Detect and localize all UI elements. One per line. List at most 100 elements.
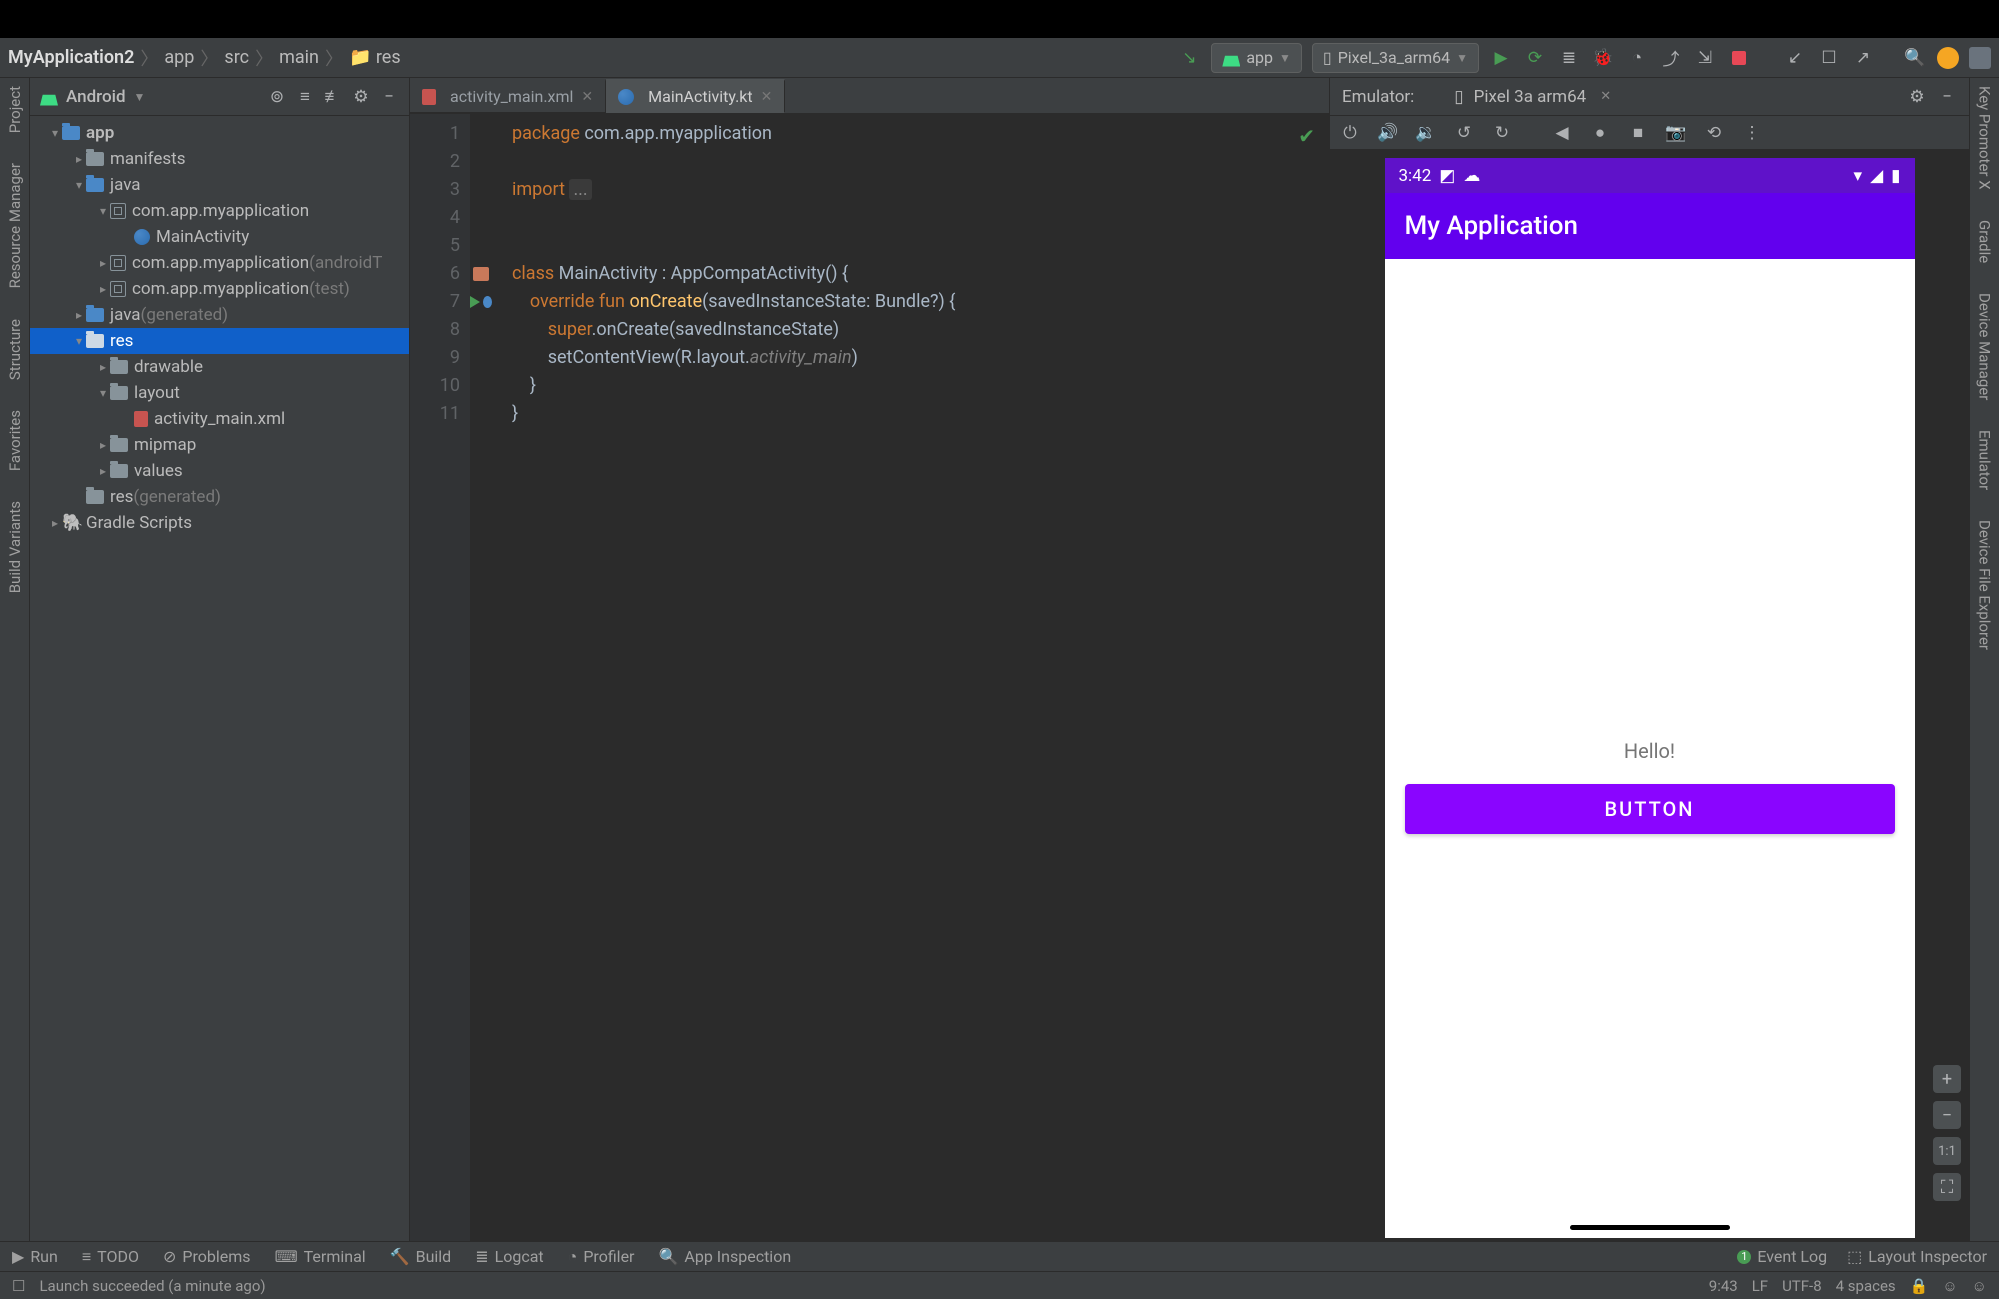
line-number[interactable]: 3 xyxy=(410,176,460,204)
hide-panel-icon[interactable]: − xyxy=(379,87,399,107)
code-content[interactable]: ✔ package com.app.myapplicationimport ..… xyxy=(470,114,1329,1241)
code-line[interactable] xyxy=(512,232,1329,260)
bottom-tab-run[interactable]: ▶Run xyxy=(12,1247,58,1266)
screenshot-icon[interactable]: 📷 xyxy=(1664,121,1688,145)
tree-row[interactable]: ▸com.app.myapplication (androidT xyxy=(30,250,409,276)
tool-tab-resource-manager[interactable]: Resource Manager xyxy=(6,163,24,288)
tree-twisty[interactable]: ▾ xyxy=(96,204,110,218)
tool-tab-gradle[interactable]: Gradle xyxy=(1976,220,1994,263)
zoom-fit-icon[interactable]: 1:1 xyxy=(1933,1137,1961,1165)
tool-tab-device-manager[interactable]: Device Manager xyxy=(1976,293,1994,400)
user-avatar[interactable] xyxy=(1937,47,1959,69)
project-view-title[interactable]: Android xyxy=(66,87,126,107)
breadcrumb-item[interactable]: main xyxy=(279,47,319,68)
collapse-all-icon[interactable]: ≢ xyxy=(323,87,343,107)
bottom-tab-event-log[interactable]: 1Event Log xyxy=(1737,1247,1827,1266)
tree-row[interactable]: ▾app xyxy=(30,120,409,146)
tool-tab-structure[interactable]: Structure xyxy=(6,319,24,380)
line-number[interactable]: 2 xyxy=(410,148,460,176)
breadcrumb-item[interactable]: src xyxy=(224,47,249,68)
tool-tab-project[interactable]: Project xyxy=(6,86,24,133)
code-line[interactable]: override fun onCreate(savedInstanceState… xyxy=(512,288,1329,316)
attach-debugger-icon[interactable]: ⇲ xyxy=(1693,46,1717,70)
tree-row[interactable]: ▾layout xyxy=(30,380,409,406)
expand-all-icon[interactable]: ≡ xyxy=(295,87,315,107)
power-icon[interactable]: ⏻ xyxy=(1338,121,1362,145)
tree-twisty[interactable]: ▸ xyxy=(96,464,110,478)
breadcrumb-item[interactable]: app xyxy=(164,47,194,68)
bottom-tab-problems[interactable]: ⊘Problems xyxy=(163,1247,251,1266)
bottom-tab-logcat[interactable]: ≣Logcat xyxy=(475,1247,543,1266)
apply-changes-icon[interactable]: ⟳ xyxy=(1523,46,1547,70)
tree-row[interactable]: ▸values xyxy=(30,458,409,484)
code-line[interactable]: } xyxy=(512,400,1329,428)
git-update-icon[interactable]: ↙ xyxy=(1783,46,1807,70)
coverage-icon[interactable]: ≣ xyxy=(1557,46,1581,70)
more-icon[interactable]: ⋮ xyxy=(1740,121,1764,145)
tree-twisty[interactable]: ▸ xyxy=(96,282,110,296)
code-line[interactable]: import ... xyxy=(512,176,1329,204)
tree-twisty[interactable]: ▾ xyxy=(48,126,62,140)
tool-tab-key-promoter-x[interactable]: Key Promoter X xyxy=(1976,86,1994,190)
line-number[interactable]: 1 xyxy=(410,120,460,148)
close-icon[interactable]: ✕ xyxy=(581,89,593,105)
editor-tab[interactable]: activity_main.xml✕ xyxy=(410,79,606,113)
material-button[interactable]: BUTTON xyxy=(1405,784,1895,834)
line-number[interactable]: 5 xyxy=(410,232,460,260)
line-number[interactable]: 8 xyxy=(410,316,460,344)
bottom-tab-build[interactable]: 🔨Build xyxy=(390,1247,452,1266)
status-time[interactable]: 9:43 xyxy=(1709,1277,1738,1295)
bottom-tab-terminal[interactable]: ⌨Terminal xyxy=(275,1247,366,1266)
indent[interactable]: 4 spaces xyxy=(1836,1277,1896,1295)
tree-twisty[interactable]: ▸ xyxy=(72,152,86,166)
tool-tab-favorites[interactable]: Favorites xyxy=(6,410,24,471)
encoding[interactable]: UTF-8 xyxy=(1782,1277,1822,1295)
tree-row[interactable]: ▸drawable xyxy=(30,354,409,380)
breadcrumbs[interactable]: MyApplication2〉app〉src〉main〉📁 res xyxy=(8,45,1173,71)
project-tree[interactable]: ▾app▸manifests▾java▾com.app.myapplicatio… xyxy=(30,116,409,1241)
code-line[interactable]: setContentView(R.layout.activity_main) xyxy=(512,344,1329,372)
hide-panel-icon[interactable]: − xyxy=(1937,87,1957,107)
nav-handle[interactable] xyxy=(1570,1225,1730,1230)
rotate-left-icon[interactable]: ↺ xyxy=(1452,121,1476,145)
line-number[interactable]: 7 xyxy=(410,288,460,316)
zoom-actual-icon[interactable]: ⛶ xyxy=(1933,1173,1961,1201)
tree-row[interactable]: ▸🐘Gradle Scripts xyxy=(30,510,409,536)
device-frame[interactable]: 3:42 ◩ ☁ ▾ ◢ ▮ My Application Hello! BUT… xyxy=(1385,158,1915,1238)
chevron-down-icon[interactable]: ▼ xyxy=(134,90,146,104)
code-line[interactable]: super.onCreate(savedInstanceState) xyxy=(512,316,1329,344)
tree-row[interactable]: MainActivity xyxy=(30,224,409,250)
back-icon[interactable]: ◀ xyxy=(1550,121,1574,145)
volume-down-icon[interactable]: 🔉 xyxy=(1414,121,1438,145)
tool-tab-build-variants[interactable]: Build Variants xyxy=(6,501,24,593)
tree-row[interactable]: res (generated) xyxy=(30,484,409,510)
search-icon[interactable]: 🔍 xyxy=(1903,46,1927,70)
close-icon[interactable]: ✕ xyxy=(761,89,773,105)
tree-row[interactable]: ▾res xyxy=(30,328,409,354)
lock-icon[interactable]: 🔒 xyxy=(1910,1277,1929,1295)
rotate-right-icon[interactable]: ↻ xyxy=(1490,121,1514,145)
zoom-out-icon[interactable]: − xyxy=(1933,1101,1961,1129)
zoom-in-icon[interactable]: + xyxy=(1933,1065,1961,1093)
tool-tab-emulator[interactable]: Emulator xyxy=(1976,430,1994,490)
debug-icon[interactable]: 🐞 xyxy=(1591,46,1615,70)
code-line[interactable]: class MainActivity : AppCompatActivity()… xyxy=(512,260,1329,288)
ide-status-icon[interactable]: ☺ xyxy=(1972,1277,1987,1295)
run-icon[interactable]: ▶ xyxy=(1489,46,1513,70)
tree-twisty[interactable]: ▸ xyxy=(72,308,86,322)
breadcrumb-item[interactable]: 📁 res xyxy=(349,47,401,68)
sync-icon[interactable]: ↘ xyxy=(1177,46,1201,70)
emulator-device-tab[interactable]: Pixel 3a arm64 xyxy=(1474,87,1587,107)
tree-row[interactable]: ▸com.app.myapplication (test) xyxy=(30,276,409,302)
line-ending[interactable]: LF xyxy=(1752,1277,1768,1295)
bottom-tab-todo[interactable]: ≡TODO xyxy=(82,1247,139,1267)
breadcrumb-item[interactable]: MyApplication2 xyxy=(8,47,134,68)
bottom-tab-layout-inspector[interactable]: ⬚Layout Inspector xyxy=(1847,1247,1987,1266)
home-icon[interactable]: ● xyxy=(1588,121,1612,145)
memory-indicator[interactable]: ☺ xyxy=(1942,1277,1957,1295)
volume-up-icon[interactable]: 🔊 xyxy=(1376,121,1400,145)
attach-profiler-icon[interactable]: ⤴ xyxy=(1659,46,1683,70)
snapshot-icon[interactable]: ⟲ xyxy=(1702,121,1726,145)
tree-row[interactable]: ▸mipmap xyxy=(30,432,409,458)
git-push-icon[interactable]: ↗ xyxy=(1851,46,1875,70)
